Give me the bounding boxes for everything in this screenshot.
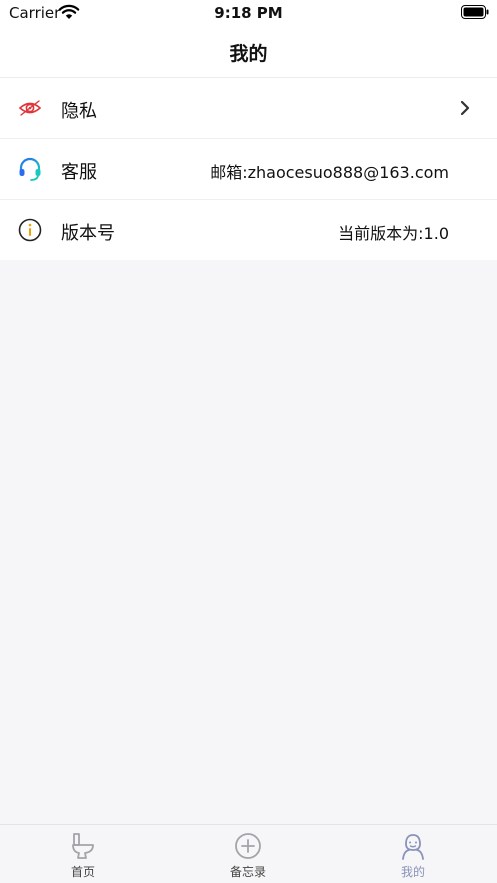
plus-circle-icon	[235, 833, 261, 859]
battery-icon	[461, 5, 489, 19]
privacy-label: 隐私	[61, 101, 97, 122]
customer-service-row[interactable]: 客服 邮箱:zhaocesuo888@163.com	[0, 139, 497, 200]
info-icon	[18, 218, 42, 242]
chevron-right-icon	[460, 100, 470, 116]
privacy-row[interactable]: 隐私	[0, 78, 497, 139]
support-email: 邮箱:zhaocesuo888@163.com	[210, 163, 449, 182]
tab-home[interactable]: 首页	[43, 831, 123, 880]
page-title: 我的	[229, 43, 268, 65]
toilet-icon	[72, 833, 94, 859]
tab-home-label: 首页	[70, 865, 95, 879]
version-label: 版本号	[61, 223, 115, 244]
customer-service-label: 客服	[61, 162, 97, 183]
tab-memo-label: 备忘录	[229, 865, 266, 879]
settings-list: 隐私 客服 邮箱:zhaocesuo888@163.com 版本号 当前版本为:…	[0, 78, 497, 260]
navigation-bar: 我的	[0, 26, 497, 78]
person-icon	[402, 834, 424, 860]
status-bar: Carrier 9:18 PM	[0, 0, 497, 26]
tab-bar: 首页 备忘录 我的	[0, 824, 497, 883]
tab-mine[interactable]: 我的	[373, 831, 453, 880]
version-row: 版本号 当前版本为:1.0	[0, 200, 497, 260]
tab-mine-label: 我的	[400, 865, 425, 879]
clock: 9:18 PM	[214, 4, 283, 22]
headset-icon	[19, 157, 41, 181]
eye-icon	[18, 100, 42, 116]
version-value: 当前版本为:1.0	[338, 224, 449, 243]
tab-memo[interactable]: 备忘录	[208, 831, 288, 880]
